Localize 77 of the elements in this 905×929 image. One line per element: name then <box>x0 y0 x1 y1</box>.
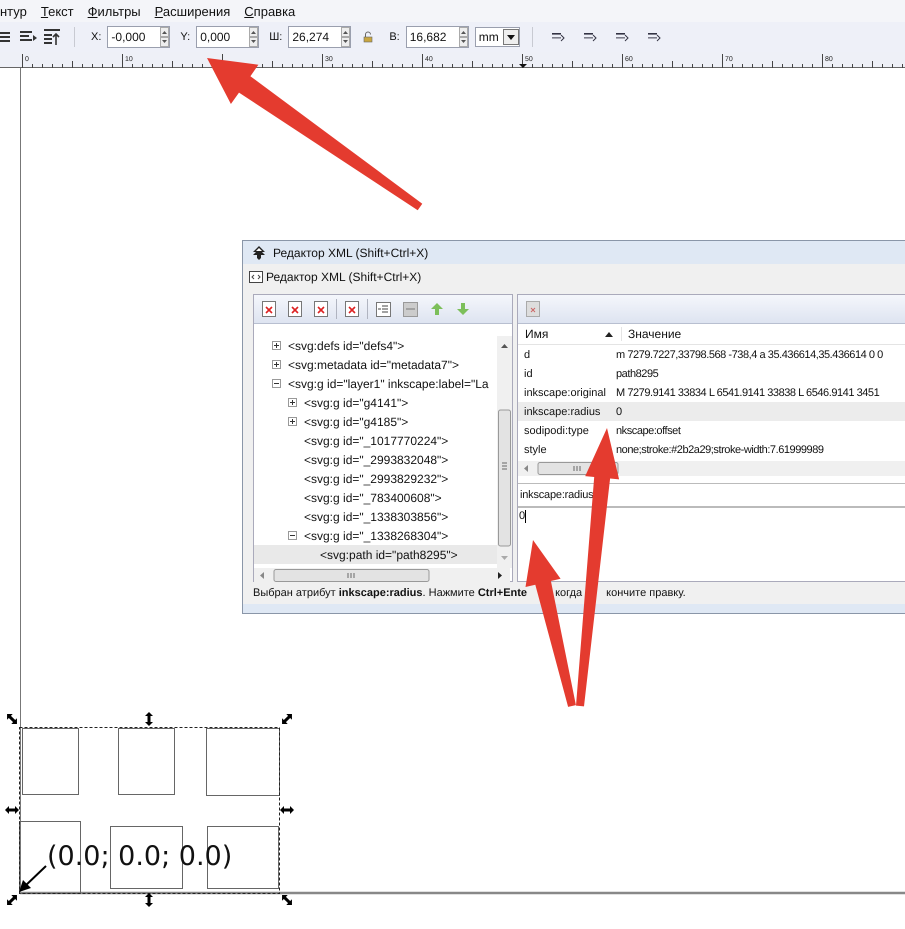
tree-node[interactable]: <svg:g id="layer1" inkscape:label="La <box>254 374 497 393</box>
app-icon <box>251 244 267 260</box>
unit-dropdown[interactable]: mm <box>474 27 520 47</box>
expander-icon[interactable] <box>272 360 281 369</box>
attribute-row[interactable]: inkscape:original M 7279.9141 33834 L 6541.9141 33838 L 6546.9141 3451 <box>518 383 905 402</box>
new-node-icon[interactable] <box>288 301 302 317</box>
transform-icon[interactable] <box>582 31 597 43</box>
attribute-row[interactable]: sodipodi:type nkscape:offset <box>518 421 905 440</box>
column-header[interactable]: Значение <box>621 327 682 341</box>
tree-node[interactable]: <svg:g id="_1017770224"> <box>254 431 497 450</box>
tree-node[interactable]: <svg:metadata id="metadata7"> <box>254 355 497 374</box>
column-header[interactable]: Имя <box>518 327 605 341</box>
expander-icon[interactable] <box>288 398 297 407</box>
spin-arrows-icon[interactable] <box>458 27 468 47</box>
indent-icon[interactable] <box>376 302 391 316</box>
expander-icon[interactable] <box>272 379 281 388</box>
menu-item[interactable]: Фильтры <box>88 4 141 18</box>
menu-item[interactable]: нтур <box>0 4 27 18</box>
resize-handle-icon[interactable] <box>282 895 292 905</box>
expander-icon[interactable] <box>288 417 297 426</box>
horizontal-scrollbar[interactable] <box>254 568 510 583</box>
tree-node[interactable]: <svg:g id="_1338303856"> <box>254 507 497 526</box>
vertical-scrollbar[interactable] <box>497 336 512 568</box>
number-field[interactable]: 16,682 <box>406 26 469 48</box>
menu-item[interactable]: Справка <box>244 4 296 18</box>
tree-node[interactable]: <svg:g id="g4141"> <box>254 393 497 412</box>
spin-arrows-icon[interactable] <box>160 27 170 47</box>
transform-icon[interactable] <box>550 31 565 43</box>
menu-item[interactable]: Текст <box>40 4 74 18</box>
tree-node[interactable]: <svg:g id="g4185"> <box>254 412 497 431</box>
status-text: Выбран атрибут inkscape:radius. Нажмите Ctrl+Ente <box>253 587 528 599</box>
resize-handle-icon[interactable] <box>282 714 292 724</box>
sort-ascending-icon[interactable] <box>605 332 613 336</box>
tree-node[interactable]: <svg:g id="_2993832048"> <box>254 450 497 469</box>
attribute-row[interactable]: id path8295 <box>518 364 905 383</box>
spin-arrows-icon[interactable] <box>341 27 350 47</box>
number-field[interactable]: 26,274 <box>288 26 352 48</box>
tree-node[interactable]: <svg:g id="_1338268304"> <box>254 526 497 545</box>
field-label: Ш: <box>269 31 282 43</box>
raise-icon[interactable] <box>44 28 62 46</box>
status-text: кончите правку. <box>606 587 686 599</box>
xml-icon <box>249 271 263 283</box>
tree-node[interactable]: <svg:defs id="defs4"> <box>254 336 497 355</box>
resize-handle-icon[interactable] <box>280 806 294 814</box>
number-field[interactable]: 0,000 <box>196 26 260 48</box>
new-node-icon[interactable] <box>262 301 276 317</box>
expander-icon[interactable] <box>288 531 297 540</box>
lock-icon[interactable] <box>363 31 374 43</box>
resize-handle-icon[interactable] <box>7 895 17 905</box>
resize-handle-icon[interactable] <box>7 714 17 724</box>
unindent-icon[interactable] <box>403 302 418 316</box>
spin-arrows-icon[interactable] <box>249 27 258 47</box>
attribute-row[interactable]: d m 7279.7227,33798.568 -738,4 a 35.436614,35.436614 0 0 <box>518 345 905 364</box>
pointer-arrow <box>19 865 47 892</box>
attribute-row[interactable]: inkscape:radius 0 <box>518 402 905 421</box>
horizontal-scrollbar[interactable] <box>518 461 905 476</box>
menu-item[interactable]: Расширения <box>154 4 230 18</box>
resize-handle-icon[interactable] <box>5 806 19 814</box>
expander-icon[interactable] <box>272 341 281 350</box>
delete-node-icon[interactable] <box>345 301 359 317</box>
tree-node[interactable]: <svg:g id="_2993829232"> <box>254 469 497 488</box>
transform-icon[interactable] <box>614 31 629 43</box>
window-title: Редактор XML (Shift+Ctrl+X) <box>273 246 428 260</box>
number-field[interactable]: -0,000 <box>107 26 170 48</box>
transform-icon[interactable] <box>646 31 661 43</box>
panel-title: Редактор XML (Shift+Ctrl+X) <box>266 270 422 284</box>
attribute-row[interactable]: style none;stroke:#2b2a29;stroke-width:7.61999989 <box>518 440 905 459</box>
field-label: Y: <box>180 31 190 43</box>
tree-node[interactable]: <svg:g id="_783400608"> <box>254 488 497 507</box>
resize-handle-icon[interactable] <box>145 712 153 726</box>
attribute-name-field[interactable]: inkscape:radius <box>518 483 905 507</box>
tree-node[interactable]: <svg:path id="path8295"> <box>254 545 497 564</box>
status-text: когда <box>555 587 582 599</box>
new-node-icon[interactable] <box>314 301 328 317</box>
field-label: X: <box>91 31 102 43</box>
field-label: В: <box>389 31 400 43</box>
resize-handle-icon[interactable] <box>145 893 153 907</box>
